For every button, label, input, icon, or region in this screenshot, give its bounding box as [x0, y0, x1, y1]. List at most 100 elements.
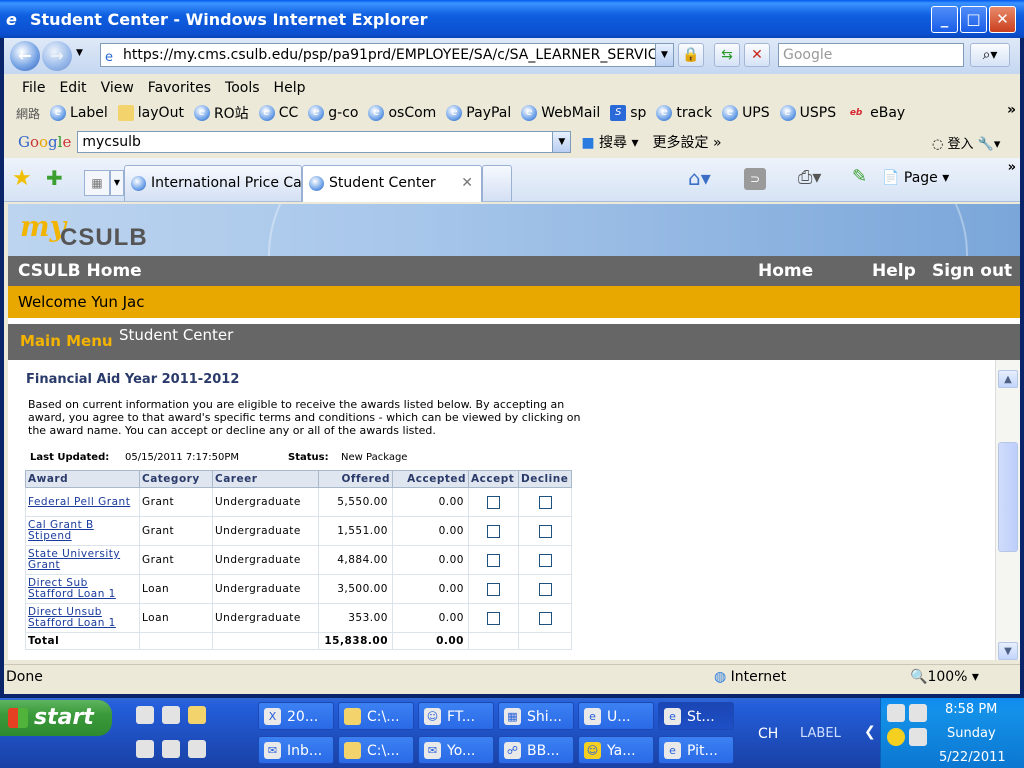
csulb-home-title[interactable]: CSULB Home — [18, 256, 142, 286]
fav-label[interactable]: e Label — [50, 105, 108, 121]
tab-list-icon[interactable]: ▼ — [110, 170, 124, 196]
decline-checkbox[interactable] — [538, 524, 552, 538]
new-tab-button[interactable] — [482, 165, 512, 201]
task-button[interactable]: e U... — [578, 702, 654, 730]
menu-tools[interactable]: Tools — [225, 80, 260, 96]
task-button[interactable]: C:\... — [338, 702, 414, 730]
start-button[interactable]: start — [0, 700, 112, 736]
scroll-thumb[interactable] — [998, 442, 1018, 552]
decline-checkbox[interactable] — [538, 611, 552, 625]
close-button[interactable]: ✕ — [989, 6, 1016, 33]
address-dropdown-icon[interactable]: ▼ — [655, 44, 673, 66]
stop-icon[interactable]: ✕ — [744, 43, 770, 67]
accept-checkbox[interactable] — [487, 611, 500, 625]
google-dropdown-icon[interactable]: ▼ — [552, 132, 571, 152]
task-button[interactable]: ✉ Yo... — [418, 736, 494, 764]
minimize-button[interactable]: _ — [931, 6, 958, 33]
quicklaunch-icon[interactable] — [162, 740, 180, 758]
decline-checkbox[interactable] — [538, 553, 552, 567]
google-login[interactable]: ◌ 登入 🔧▾ — [932, 133, 1000, 152]
google-search-input[interactable]: mycsulb ▼ — [77, 131, 572, 153]
vertical-scrollbar[interactable]: ▲ ▼ — [995, 360, 1020, 660]
nav-home-link[interactable]: Home — [758, 256, 813, 286]
award-link[interactable]: Direct Sub Stafford Loan 1 — [28, 578, 137, 600]
fav-ebay[interactable]: eb eBay — [846, 105, 905, 121]
fav-gco[interactable]: e g-co — [308, 105, 358, 121]
main-menu-link[interactable]: Main Menu — [20, 332, 113, 350]
quick-tabs-icon[interactable]: ▦ — [84, 170, 110, 196]
rss-feed-icon[interactable]: ⊃ — [744, 168, 766, 190]
fav-track[interactable]: e track — [656, 105, 712, 121]
menu-view[interactable]: View — [101, 80, 134, 96]
fav-paypal[interactable]: e PayPal — [446, 105, 511, 121]
tray-messenger-icon[interactable] — [887, 728, 905, 746]
tab-student-center[interactable]: Student Center ✕ — [302, 165, 482, 202]
research-icon[interactable]: ✎ — [852, 166, 867, 187]
menu-help[interactable]: Help — [274, 80, 306, 96]
print-icon[interactable]: ⎙▾ — [798, 167, 821, 188]
fav-usps[interactable]: e USPS — [779, 105, 836, 121]
menu-file[interactable]: File — [22, 80, 45, 96]
menu-favorites[interactable]: Favorites — [148, 80, 211, 96]
favorites-star-icon[interactable]: ★ — [12, 166, 32, 191]
tray-java-icon[interactable] — [887, 704, 905, 722]
quicklaunch-icon[interactable] — [188, 740, 206, 758]
lock-icon[interactable]: 🔒 — [678, 43, 704, 67]
nav-help-link[interactable]: Help — [872, 256, 916, 286]
refresh-icon[interactable]: ⇆ — [714, 43, 740, 67]
fav-ups[interactable]: e UPS — [722, 105, 770, 121]
nav-signout-link[interactable]: Sign out — [932, 256, 1012, 286]
task-button[interactable]: X 20... — [258, 702, 334, 730]
task-button[interactable]: ☍ BB... — [498, 736, 574, 764]
scroll-up-icon[interactable]: ▲ — [998, 370, 1018, 388]
tray-icon[interactable] — [909, 704, 927, 722]
quicklaunch-ie-icon[interactable] — [162, 706, 180, 724]
quicklaunch-icon[interactable] — [136, 706, 154, 724]
page-menu[interactable]: 📄 Page ▾ — [882, 170, 949, 186]
search-input[interactable]: Google — [778, 43, 964, 67]
quicklaunch-icon[interactable] — [136, 740, 154, 758]
task-button[interactable]: e Pit... — [658, 736, 734, 764]
maximize-button[interactable]: □ — [960, 6, 987, 33]
award-link[interactable]: Federal Pell Grant — [28, 496, 137, 508]
quicklaunch-folder-icon[interactable] — [188, 706, 206, 724]
task-button[interactable]: ✉ Inb... — [258, 736, 334, 764]
fav-ro[interactable]: e RO站 — [193, 103, 249, 123]
decline-checkbox[interactable] — [538, 495, 552, 509]
back-button[interactable]: ← — [10, 41, 40, 71]
task-button[interactable]: ▦ Shi... — [498, 702, 574, 730]
task-button[interactable]: C:\... — [338, 736, 414, 764]
task-button[interactable]: ☺ FT... — [418, 702, 494, 730]
language-indicator[interactable]: CH — [758, 726, 778, 742]
tab-close-icon[interactable]: ✕ — [461, 166, 473, 200]
tray-expand-icon[interactable]: ❮ — [864, 724, 876, 740]
tray-network-icon[interactable] — [909, 728, 927, 746]
tab-international-price[interactable]: International Price Calc... — [124, 165, 302, 201]
chevron-more-icon[interactable]: » — [1007, 102, 1016, 118]
forward-button[interactable]: → — [42, 41, 72, 71]
fav-cc[interactable]: e CC — [258, 105, 298, 121]
fav-oscom[interactable]: e osCom — [368, 105, 436, 121]
award-link[interactable]: State University Grant — [28, 549, 137, 571]
award-link[interactable]: Direct Unsub Stafford Loan 1 — [28, 607, 137, 629]
search-icon[interactable]: ⌕▾ — [970, 43, 1010, 67]
home-icon[interactable]: ⌂▾ — [688, 166, 711, 190]
scroll-down-icon[interactable]: ▼ — [998, 642, 1018, 660]
award-link[interactable]: Cal Grant B Stipend — [28, 520, 137, 542]
label-toolbar[interactable]: LABEL — [800, 726, 841, 741]
zoom-control[interactable]: 🔍100% ▾ — [910, 669, 979, 685]
google-search-button[interactable]: ■ 搜尋 ▾ — [581, 132, 638, 152]
address-input[interactable]: e https://my.cms.csulb.edu/psp/pa91prd/E… — [100, 43, 674, 67]
google-more-settings[interactable]: 更多設定 » — [653, 132, 722, 152]
fav-sp[interactable]: Ssp — [610, 105, 646, 121]
accept-checkbox[interactable] — [487, 524, 500, 538]
accept-checkbox[interactable] — [487, 495, 500, 509]
clock-time[interactable]: 8:58 PM — [945, 702, 997, 717]
decline-checkbox[interactable] — [538, 582, 552, 596]
history-dropdown-icon[interactable]: ▼ — [76, 48, 83, 58]
accept-checkbox[interactable] — [487, 553, 500, 567]
fav-webmail[interactable]: e WebMail — [521, 105, 600, 121]
task-button[interactable]: ☺ Ya... — [578, 736, 654, 764]
title-bar[interactable]: e Student Center - Windows Internet Expl… — [0, 0, 1024, 38]
chevron-more-icon[interactable]: » — [1008, 160, 1016, 175]
